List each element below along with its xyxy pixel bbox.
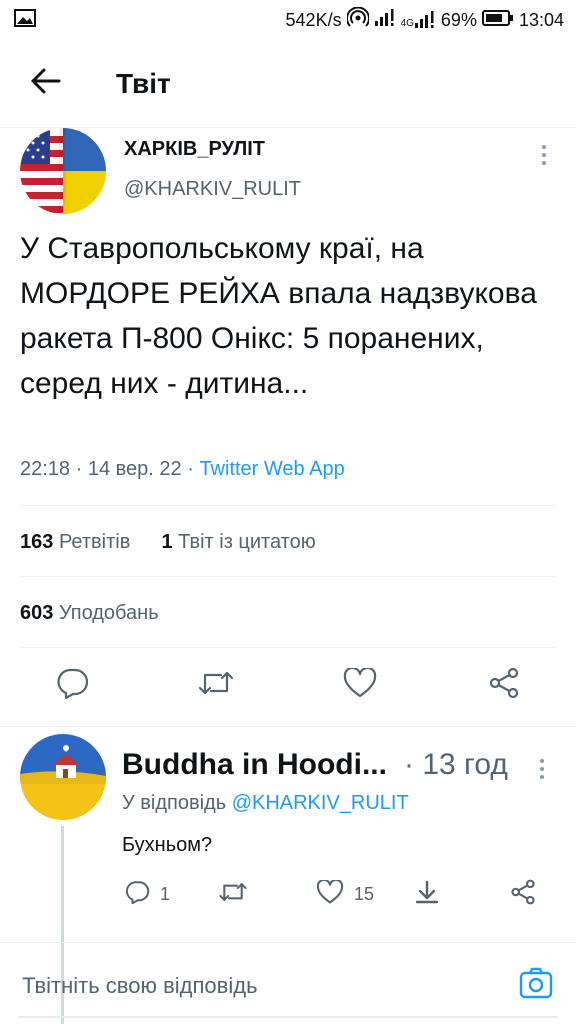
tweet-text: У Ставропольському краї, на МОРДОРЕ РЕЙХ… bbox=[20, 232, 537, 400]
signal-icon bbox=[374, 8, 396, 32]
hotspot-icon bbox=[345, 6, 370, 34]
avatar[interactable] bbox=[20, 734, 106, 820]
reply-icon bbox=[55, 667, 89, 704]
arrow-left-icon bbox=[31, 68, 61, 99]
retweet-icon bbox=[197, 668, 235, 703]
signal-4g-icon: 4G bbox=[401, 11, 436, 29]
retweets-link[interactable]: 163 Ретвітів bbox=[20, 531, 130, 553]
share-button[interactable] bbox=[484, 665, 524, 705]
reply-reply-button[interactable]: 1 bbox=[124, 876, 170, 912]
tweet-actions bbox=[0, 665, 576, 713]
tweet-author-row: ХАРКІВ_РУЛІТ @KHARKIV_RULIT bbox=[20, 128, 556, 218]
retweet-icon bbox=[218, 880, 248, 909]
reply-button[interactable] bbox=[52, 665, 92, 705]
share-icon bbox=[488, 667, 520, 704]
quotes-link[interactable]: 1 Твіт із цитатою bbox=[161, 531, 315, 553]
reply-share-button[interactable] bbox=[510, 876, 536, 912]
heart-icon bbox=[343, 666, 377, 703]
reply-like-count: 15 bbox=[354, 883, 375, 904]
image-icon bbox=[14, 8, 36, 32]
reply-author-name[interactable]: Buddha in Hoodi... bbox=[122, 748, 387, 782]
reply-text: Бухньом? bbox=[122, 834, 213, 856]
divider bbox=[20, 505, 556, 506]
status-bar: 542K/s 4G 69% 13:04 bbox=[0, 0, 576, 40]
retweets-label: Ретвітів bbox=[58, 531, 131, 553]
reply-compose-bar: Твітніть свою відповідь bbox=[0, 942, 576, 1024]
divider bbox=[20, 647, 556, 648]
reply-download-button[interactable] bbox=[414, 876, 440, 912]
reply-to: У відповідь @KHARKIV_RULIT bbox=[122, 792, 409, 815]
retweet-stats: 163 Ретвітів 1 Твіт із цитатою bbox=[20, 531, 316, 554]
tweet-date: 14 вер. 22 bbox=[87, 458, 182, 480]
tweet-source-link[interactable]: Twitter Web App bbox=[199, 458, 344, 480]
reply-like-button[interactable]: 15 bbox=[316, 876, 374, 912]
avatar[interactable] bbox=[20, 128, 106, 214]
likes-stats[interactable]: 603 Уподобань bbox=[20, 602, 159, 625]
retweet-button[interactable] bbox=[196, 665, 236, 705]
like-button[interactable] bbox=[340, 665, 380, 705]
quotes-count: 1 bbox=[161, 531, 173, 553]
tweet-time: 22:18 bbox=[20, 458, 71, 480]
camera-icon bbox=[519, 967, 553, 1004]
net-speed: 542K/s bbox=[285, 9, 342, 30]
reply-to-mention[interactable]: @KHARKIV_RULIT bbox=[232, 792, 409, 814]
battery-percent: 69% bbox=[440, 9, 477, 30]
back-button[interactable] bbox=[16, 54, 76, 114]
divider bbox=[20, 576, 556, 577]
author-handle[interactable]: @KHARKIV_RULIT bbox=[124, 178, 301, 201]
retweets-count: 163 bbox=[20, 531, 54, 553]
more-vertical-icon bbox=[542, 145, 546, 149]
gesture-bar bbox=[18, 1016, 558, 1018]
top-app-bar: Твіт bbox=[0, 40, 576, 128]
share-icon bbox=[510, 879, 536, 910]
page-title: Твіт bbox=[116, 67, 171, 99]
reply-reply-count: 1 bbox=[160, 883, 171, 904]
reply-actions: 1 15 bbox=[0, 876, 576, 912]
section-divider bbox=[0, 726, 576, 727]
heart-icon bbox=[316, 878, 344, 909]
author-name[interactable]: ХАРКІВ_РУЛІТ bbox=[124, 138, 265, 161]
reply-retweet-button[interactable] bbox=[218, 876, 248, 912]
network-type-label: 4G bbox=[400, 18, 414, 29]
reply-to-label: У відповідь bbox=[122, 792, 227, 814]
reply-more-options-button[interactable] bbox=[532, 754, 552, 784]
likes-label: Уподобань bbox=[58, 602, 159, 624]
clock: 13:04 bbox=[518, 9, 564, 30]
quotes-label: Твіт із цитатою bbox=[178, 531, 316, 553]
reply-icon bbox=[124, 880, 150, 909]
reply-input[interactable]: Твітніть свою відповідь bbox=[22, 973, 258, 999]
likes-count: 603 bbox=[20, 602, 54, 624]
download-icon bbox=[414, 879, 440, 910]
battery-icon bbox=[481, 9, 514, 32]
camera-button[interactable] bbox=[516, 965, 556, 1005]
reply-time: · 13 год bbox=[404, 748, 508, 781]
more-vertical-icon bbox=[540, 759, 544, 763]
tweet-timestamp: 22:18 · 14 вер. 22 · Twitter Web App bbox=[20, 458, 345, 480]
more-options-button[interactable] bbox=[534, 140, 554, 170]
